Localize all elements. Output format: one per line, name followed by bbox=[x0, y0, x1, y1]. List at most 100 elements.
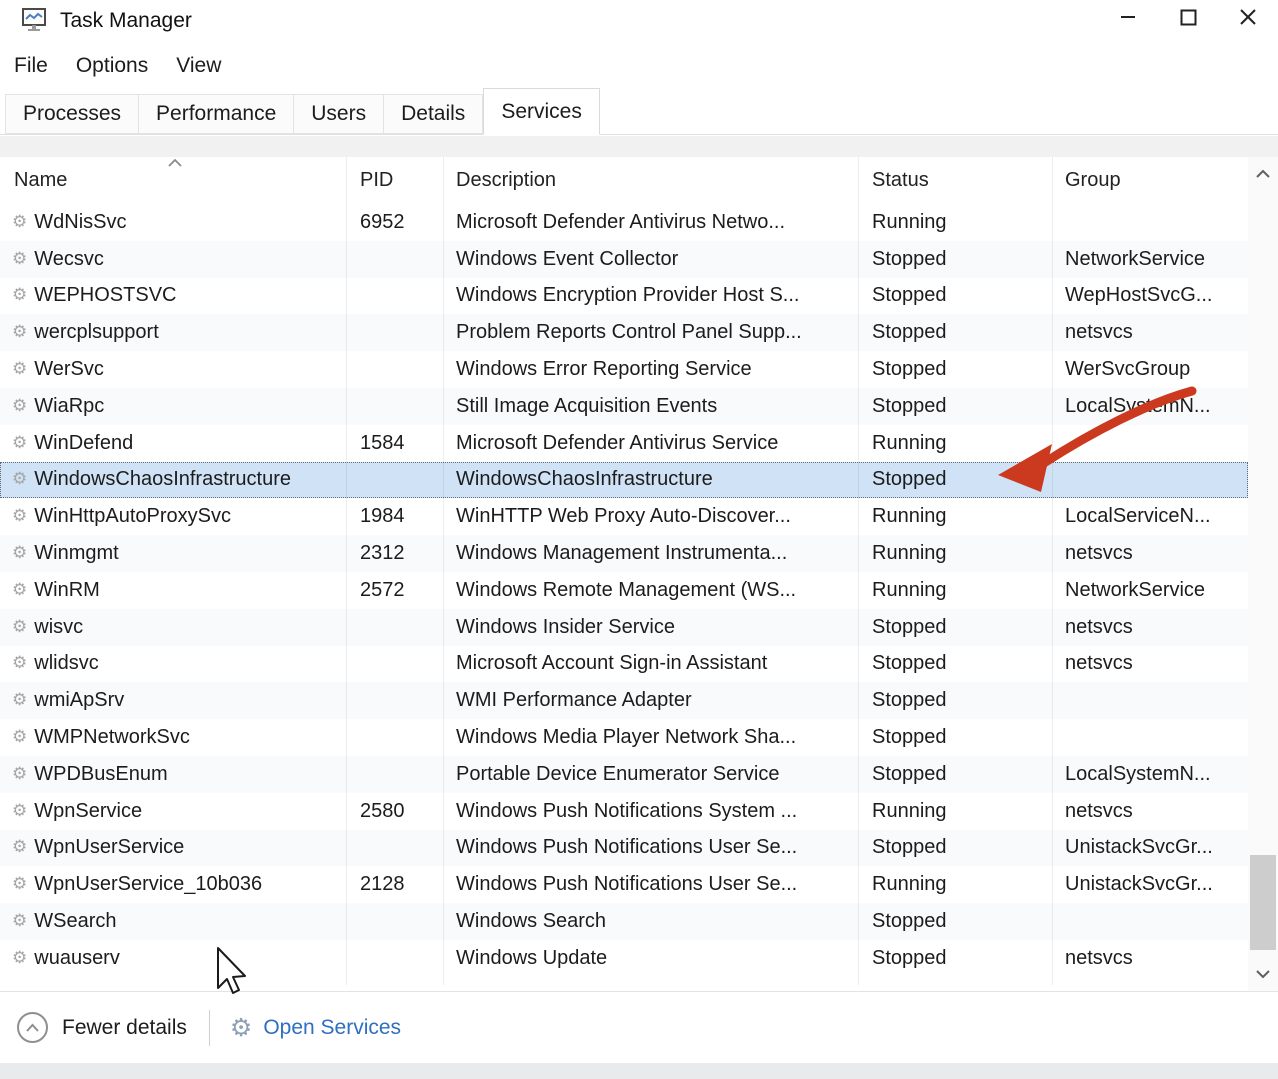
service-name-cell: ⚙ WMPNetworkSvc bbox=[0, 726, 346, 749]
table-row[interactable]: ⚙ WdNisSvc 6952 Microsoft Defender Antiv… bbox=[0, 204, 1248, 241]
menu-view[interactable]: View bbox=[162, 50, 235, 82]
chevron-up-icon bbox=[1255, 169, 1271, 179]
chevron-down-icon bbox=[1255, 969, 1271, 979]
scrollbar-thumb[interactable] bbox=[1250, 855, 1276, 950]
open-services-link[interactable]: Open Services bbox=[263, 1016, 401, 1040]
service-description: Windows Update bbox=[443, 947, 858, 970]
service-pid: 2312 bbox=[346, 542, 443, 565]
tab-users[interactable]: Users bbox=[293, 94, 383, 134]
table-row[interactable]: ⚙ wercplsupport Problem Reports Control … bbox=[0, 314, 1248, 351]
service-name: WSearch bbox=[34, 910, 116, 933]
column-header-pid[interactable]: PID bbox=[346, 169, 443, 192]
tab-services[interactable]: Services bbox=[483, 88, 600, 135]
table-row[interactable]: ⚙ WMPNetworkSvc Windows Media Player Net… bbox=[0, 719, 1248, 756]
service-group: LocalSystemN... bbox=[1052, 763, 1248, 786]
minimize-button[interactable] bbox=[1098, 0, 1158, 34]
service-gear-icon: ⚙ bbox=[12, 214, 27, 231]
vertical-scrollbar[interactable] bbox=[1248, 157, 1278, 991]
service-status: Running bbox=[858, 542, 1052, 565]
table-row[interactable]: ⚙ WpnService 2580 Windows Push Notificat… bbox=[0, 793, 1248, 830]
column-header-name[interactable]: Name bbox=[0, 169, 346, 192]
service-name: WinRM bbox=[34, 579, 100, 602]
table-row[interactable]: ⚙ WinHttpAutoProxySvc 1984 WinHTTP Web P… bbox=[0, 498, 1248, 535]
table-row[interactable]: ⚙ WindowsChaosInfrastructure WindowsChao… bbox=[0, 462, 1248, 499]
table-row[interactable]: ⚙ Wecsvc Windows Event Collector Stopped… bbox=[0, 241, 1248, 278]
minimize-icon bbox=[1120, 9, 1136, 25]
menu-options[interactable]: Options bbox=[62, 50, 162, 82]
table-row[interactable]: ⚙ WPDBusEnum Portable Device Enumerator … bbox=[0, 756, 1248, 793]
title-bar: Task Manager bbox=[0, 0, 1278, 42]
service-name-cell: ⚙ WpnUserService bbox=[0, 836, 346, 859]
scroll-up-button[interactable] bbox=[1248, 159, 1278, 189]
column-header-description[interactable]: Description bbox=[443, 169, 858, 192]
maximize-button[interactable] bbox=[1158, 0, 1218, 34]
service-description: Portable Device Enumerator Service bbox=[443, 763, 858, 786]
table-row[interactable]: ⚙ WinRM 2572 Windows Remote Management (… bbox=[0, 572, 1248, 609]
table-row[interactable]: ⚙ Winmgmt 2312 Windows Management Instru… bbox=[0, 535, 1248, 572]
scroll-down-button[interactable] bbox=[1248, 959, 1278, 989]
table-body: ⚙ WdNisSvc 6952 Microsoft Defender Antiv… bbox=[0, 204, 1248, 977]
service-name: wisvc bbox=[34, 616, 83, 639]
service-name-cell: ⚙ WpnUserService_10b036 bbox=[0, 873, 346, 896]
column-header-status[interactable]: Status bbox=[858, 169, 1052, 192]
service-description: Windows Push Notifications User Se... bbox=[443, 836, 858, 859]
service-name: WpnUserService bbox=[34, 836, 184, 859]
fewer-details-button[interactable] bbox=[17, 1012, 48, 1043]
service-name-cell: ⚙ wlidsvc bbox=[0, 652, 346, 675]
table-row[interactable]: ⚙ WpnUserService Windows Push Notificati… bbox=[0, 830, 1248, 867]
table-row[interactable]: ⚙ wisvc Windows Insider Service Stopped … bbox=[0, 609, 1248, 646]
tab-processes[interactable]: Processes bbox=[5, 94, 138, 134]
window-controls bbox=[1098, 0, 1278, 34]
table-row[interactable]: ⚙ WpnUserService_10b036 2128 Windows Pus… bbox=[0, 866, 1248, 903]
service-description: WindowsChaosInfrastructure bbox=[443, 468, 858, 491]
close-button[interactable] bbox=[1218, 0, 1278, 34]
service-status: Stopped bbox=[858, 689, 1052, 712]
service-name-cell: ⚙ WerSvc bbox=[0, 358, 346, 381]
service-description: Windows Media Player Network Sha... bbox=[443, 726, 858, 749]
service-status: Stopped bbox=[858, 763, 1052, 786]
service-group: LocalSystemN... bbox=[1052, 395, 1248, 418]
service-description: Windows Insider Service bbox=[443, 616, 858, 639]
service-gear-icon: ⚙ bbox=[12, 251, 27, 268]
window-title: Task Manager bbox=[60, 9, 192, 33]
service-description: WinHTTP Web Proxy Auto-Discover... bbox=[443, 505, 858, 528]
service-status: Stopped bbox=[858, 358, 1052, 381]
table-row[interactable]: ⚙ wlidsvc Microsoft Account Sign-in Assi… bbox=[0, 646, 1248, 683]
service-name: wuauserv bbox=[34, 947, 120, 970]
service-group: netsvcs bbox=[1052, 652, 1248, 675]
service-name: wmiApSrv bbox=[34, 689, 124, 712]
service-group: NetworkService bbox=[1052, 579, 1248, 602]
column-header-group[interactable]: Group bbox=[1052, 169, 1248, 192]
service-description: Problem Reports Control Panel Supp... bbox=[443, 321, 858, 344]
table-row[interactable]: ⚙ WSearch Windows Search Stopped bbox=[0, 903, 1248, 940]
service-status: Running bbox=[858, 432, 1052, 455]
table-row[interactable]: ⚙ WinDefend 1584 Microsoft Defender Anti… bbox=[0, 425, 1248, 462]
service-pid: 2128 bbox=[346, 873, 443, 896]
service-status: Stopped bbox=[858, 248, 1052, 271]
service-description: Windows Push Notifications User Se... bbox=[443, 873, 858, 896]
service-status: Stopped bbox=[858, 947, 1052, 970]
service-status: Running bbox=[858, 873, 1052, 896]
service-gear-icon: ⚙ bbox=[12, 508, 27, 525]
service-gear-icon: ⚙ bbox=[12, 655, 27, 672]
service-gear-icon: ⚙ bbox=[12, 950, 27, 967]
table-row[interactable]: ⚙ wmiApSrv WMI Performance Adapter Stopp… bbox=[0, 682, 1248, 719]
service-name: wlidsvc bbox=[34, 652, 98, 675]
service-description: Microsoft Account Sign-in Assistant bbox=[443, 652, 858, 675]
fewer-details-label[interactable]: Fewer details bbox=[62, 1016, 187, 1040]
tab-performance[interactable]: Performance bbox=[138, 94, 293, 134]
menu-file[interactable]: File bbox=[14, 50, 62, 82]
service-name-cell: ⚙ WpnService bbox=[0, 800, 346, 823]
footer-separator bbox=[209, 1010, 210, 1046]
service-name-cell: ⚙ WPDBusEnum bbox=[0, 763, 346, 786]
sort-ascending-icon bbox=[166, 158, 184, 168]
table-row[interactable]: ⚙ WEPHOSTSVC Windows Encryption Provider… bbox=[0, 278, 1248, 315]
table-row[interactable]: ⚙ WiaRpc Still Image Acquisition Events … bbox=[0, 388, 1248, 425]
service-name-cell: ⚙ Wecsvc bbox=[0, 248, 346, 271]
service-name: WdNisSvc bbox=[34, 211, 126, 234]
table-row[interactable]: ⚙ WerSvc Windows Error Reporting Service… bbox=[0, 351, 1248, 388]
tab-details[interactable]: Details bbox=[383, 94, 483, 134]
table-row[interactable]: ⚙ wuauserv Windows Update Stopped netsvc… bbox=[0, 940, 1248, 977]
service-status: Running bbox=[858, 211, 1052, 234]
service-name-cell: ⚙ WindowsChaosInfrastructure bbox=[0, 468, 346, 491]
